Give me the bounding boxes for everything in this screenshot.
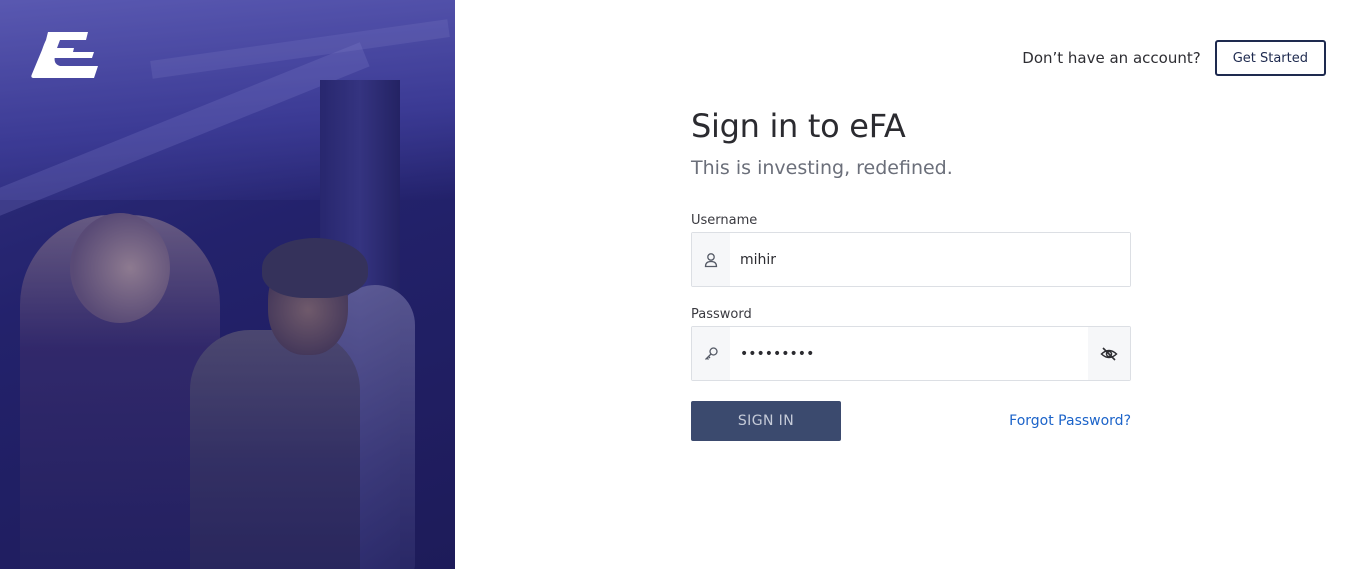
main-content: Don’t have an account? Get Started Sign … (455, 0, 1366, 569)
hero-overlay (0, 0, 455, 569)
login-page: Don’t have an account? Get Started Sign … (0, 0, 1366, 569)
username-field (691, 232, 1131, 287)
form-actions: SIGN IN Forgot Password? (691, 401, 1131, 441)
user-icon (692, 233, 730, 286)
efa-logo-icon[interactable] (30, 30, 100, 82)
no-account-prompt: Don’t have an account? (1022, 49, 1201, 67)
username-input[interactable] (730, 233, 1130, 286)
signin-button[interactable]: SIGN IN (691, 401, 841, 441)
username-label: Username (691, 213, 758, 228)
forgot-password-link[interactable]: Forgot Password? (1009, 413, 1131, 429)
page-title: Sign in to eFA (691, 107, 906, 145)
eye-off-icon[interactable] (1088, 327, 1130, 380)
page-subtitle: This is investing, redefined. (691, 157, 953, 179)
hero-panel (0, 0, 455, 569)
get-started-button[interactable]: Get Started (1214, 40, 1326, 76)
key-icon (692, 327, 730, 380)
password-label: Password (691, 307, 752, 322)
signin-form: Sign in to eFA This is investing, redefi… (691, 107, 1131, 441)
password-input[interactable] (730, 327, 1088, 380)
topbar: Don’t have an account? Get Started (1022, 40, 1326, 76)
password-field (691, 326, 1131, 381)
